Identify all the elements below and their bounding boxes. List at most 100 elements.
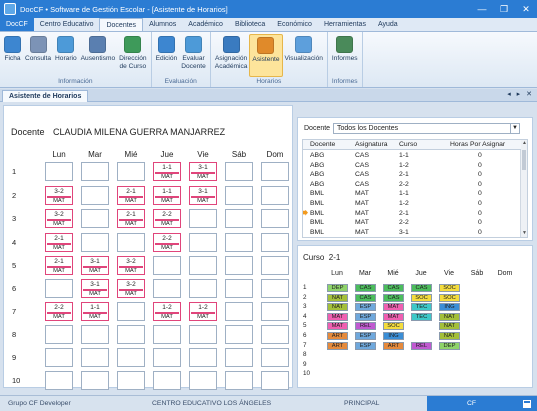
visualizaci-n-button[interactable]: Visualización — [283, 34, 325, 77]
course-subject-block[interactable]: CAS — [355, 284, 376, 292]
schedule-slot-assigned[interactable]: 1-2 MAT — [189, 302, 217, 321]
schedule-slot-empty[interactable] — [153, 348, 181, 367]
schedule-slot-empty[interactable] — [189, 233, 217, 252]
schedule-slot-empty[interactable] — [81, 186, 109, 205]
table-row[interactable]: ABG CAS 1-2 0 — [303, 161, 521, 170]
schedule-slot-empty[interactable] — [117, 371, 145, 390]
tab-doccf[interactable]: DocCF — [0, 18, 34, 31]
course-subject-block[interactable]: ING — [439, 303, 460, 312]
schedule-slot-assigned[interactable]: 3-2 MAT — [117, 279, 145, 298]
schedule-slot-empty[interactable] — [261, 371, 289, 390]
schedule-slot-empty[interactable] — [225, 186, 253, 205]
tab-acad-mico[interactable]: Académico — [182, 18, 229, 31]
schedule-slot-empty[interactable] — [225, 162, 253, 181]
tab-alumnos[interactable]: Alumnos — [143, 18, 182, 31]
course-subject-block[interactable]: CAS — [383, 293, 404, 302]
close-button[interactable]: ✕ — [515, 0, 537, 18]
schedule-slot-empty[interactable] — [225, 302, 253, 321]
course-subject-block[interactable]: MAT — [383, 303, 404, 312]
course-subject-block[interactable]: ESP — [355, 303, 376, 312]
course-subject-block[interactable]: ART — [327, 332, 348, 340]
asistente-button[interactable]: Asistente — [249, 34, 283, 77]
course-subject-block[interactable]: CAS — [355, 293, 376, 302]
schedule-slot-empty[interactable] — [45, 348, 73, 367]
course-subject-block[interactable]: SOC — [411, 293, 432, 302]
schedule-slot-empty[interactable] — [81, 371, 109, 390]
schedule-slot-assigned[interactable]: 2-2 MAT — [45, 302, 73, 321]
course-subject-block[interactable]: DEP — [439, 341, 460, 350]
tab-econ-mico[interactable]: Económico — [271, 18, 318, 31]
scroll-up-icon[interactable]: ▲ — [521, 140, 527, 147]
schedule-slot-assigned[interactable]: 2-1 MAT — [45, 233, 73, 252]
schedule-slot-empty[interactable] — [117, 233, 145, 252]
horario-button[interactable]: Horario — [53, 34, 79, 77]
schedule-slot-assigned[interactable]: 2-2 MAT — [153, 233, 181, 252]
course-subject-block[interactable]: MAT — [327, 312, 348, 321]
minimize-button[interactable]: — — [471, 0, 493, 18]
schedule-slot-assigned[interactable]: 3-1 MAT — [81, 256, 109, 275]
table-row[interactable]: BML MAT 1-1 0 — [303, 189, 521, 198]
schedule-slot-empty[interactable] — [225, 279, 253, 298]
schedule-slot-empty[interactable] — [225, 325, 253, 344]
schedule-slot-empty[interactable] — [225, 209, 253, 228]
course-subject-block[interactable]: ART — [383, 341, 404, 350]
schedule-slot-empty[interactable] — [189, 371, 217, 390]
tab-docentes[interactable]: Docentes — [99, 18, 144, 31]
table-scrollbar[interactable]: ▲ ▼ — [520, 140, 527, 237]
ausentismo-button[interactable]: Ausentismo — [79, 34, 117, 77]
course-subject-block[interactable]: ING — [383, 332, 404, 340]
schedule-slot-empty[interactable] — [45, 162, 73, 181]
schedule-slot-empty[interactable] — [261, 256, 289, 275]
schedule-slot-empty[interactable] — [189, 256, 217, 275]
column-header[interactable]: Horas Por Asignar — [450, 140, 505, 149]
course-subject-block[interactable]: ESP — [355, 332, 376, 340]
schedule-slot-empty[interactable] — [225, 256, 253, 275]
column-header[interactable]: Docente — [310, 140, 335, 149]
schedule-slot-assigned[interactable]: 3-2 MAT — [45, 186, 73, 205]
scroll-down-icon[interactable]: ▼ — [521, 230, 527, 237]
table-row[interactable]: BML MAT 2-2 0 — [303, 218, 521, 227]
table-row[interactable]: BML MAT 1-2 0 — [303, 199, 521, 208]
table-row[interactable]: ABG CAS 2-1 0 — [303, 170, 521, 179]
document-nav-controls[interactable]: ◂ ▸ ✕ — [507, 90, 534, 98]
schedule-slot-empty[interactable] — [81, 162, 109, 181]
schedule-slot-empty[interactable] — [189, 279, 217, 298]
tab-ayuda[interactable]: Ayuda — [372, 18, 404, 31]
teacher-filter-select[interactable]: Todos los Docentes ▼ — [333, 123, 520, 134]
schedule-slot-assigned[interactable]: 3-1 MAT — [189, 186, 217, 205]
schedule-slot-empty[interactable] — [81, 325, 109, 344]
schedule-slot-assigned[interactable]: 1-2 MAT — [153, 302, 181, 321]
course-subject-block[interactable]: ESP — [355, 341, 376, 350]
course-subject-block[interactable]: ART — [327, 341, 348, 350]
schedule-slot-assigned[interactable]: 2-1 MAT — [117, 209, 145, 228]
course-subject-block[interactable]: ESP — [355, 312, 376, 321]
schedule-slot-assigned[interactable]: 3-1 MAT — [81, 279, 109, 298]
schedule-slot-assigned[interactable]: 3-1 MAT — [189, 162, 217, 181]
course-subject-block[interactable]: NAT — [327, 293, 348, 302]
course-subject-block[interactable]: TEC — [411, 303, 432, 312]
schedule-slot-empty[interactable] — [81, 209, 109, 228]
dropdown-arrow-icon[interactable]: ▼ — [510, 124, 519, 133]
schedule-slot-empty[interactable] — [189, 325, 217, 344]
table-row[interactable]: BML MAT 2-1 0 — [303, 209, 521, 218]
tab-herramientas[interactable]: Herramientas — [318, 18, 372, 31]
schedule-slot-assigned[interactable]: 1-1 MAT — [153, 162, 181, 181]
schedule-slot-assigned[interactable]: 1-1 MAT — [153, 186, 181, 205]
table-row[interactable]: BML MAT 3-1 0 — [303, 228, 521, 237]
schedule-slot-empty[interactable] — [153, 371, 181, 390]
schedule-slot-assigned[interactable]: 2-1 MAT — [117, 186, 145, 205]
course-subject-block[interactable]: NAT — [327, 303, 348, 312]
schedule-slot-empty[interactable] — [261, 209, 289, 228]
schedule-slot-empty[interactable] — [261, 302, 289, 321]
course-subject-block[interactable]: SOC — [383, 322, 404, 331]
schedule-slot-empty[interactable] — [261, 162, 289, 181]
course-subject-block[interactable]: SOC — [439, 284, 460, 292]
direcci-n-button[interactable]: Dirección de Curso — [117, 34, 148, 77]
course-subject-block[interactable]: DEP — [327, 284, 348, 292]
schedule-slot-empty[interactable] — [117, 302, 145, 321]
edici-n-button[interactable]: Edición — [154, 34, 180, 77]
evaluar-button[interactable]: Evaluar Docente — [179, 34, 208, 77]
schedule-slot-empty[interactable] — [81, 233, 109, 252]
column-header[interactable]: Curso — [399, 140, 417, 149]
schedule-slot-empty[interactable] — [261, 325, 289, 344]
